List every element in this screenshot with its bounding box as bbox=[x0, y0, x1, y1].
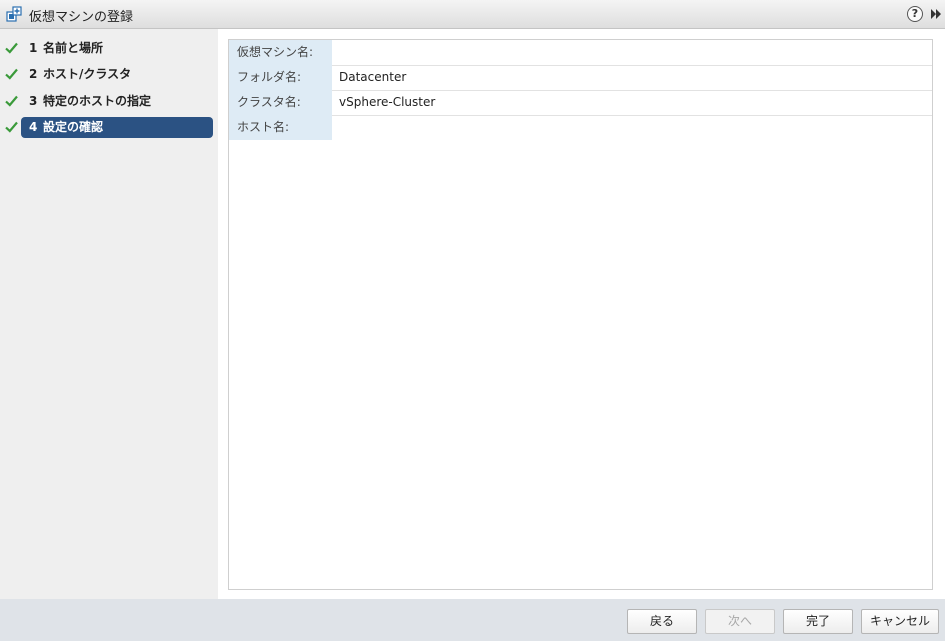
summary-row-vm-name: 仮想マシン名: bbox=[229, 40, 932, 66]
step-label: 設定の確認 bbox=[43, 120, 104, 134]
summary-label: クラスタ名: bbox=[229, 90, 332, 115]
dialog-footer: 戻る 次へ 完了 キャンセル bbox=[0, 599, 945, 641]
summary-value: Datacenter bbox=[339, 70, 407, 84]
summary-row-cluster: クラスタ名: vSphere-Cluster bbox=[229, 90, 932, 116]
help-icon[interactable]: ? bbox=[907, 6, 923, 22]
dialog-titlebar: 仮想マシンの登録 ? bbox=[0, 0, 945, 29]
cancel-button[interactable]: キャンセル bbox=[861, 609, 939, 634]
back-button[interactable]: 戻る bbox=[627, 609, 697, 634]
finish-button[interactable]: 完了 bbox=[783, 609, 853, 634]
summary-panel: 仮想マシン名: フォルダ名: Datacenter クラスタ名: vSphere… bbox=[228, 39, 933, 590]
wizard-step-1[interactable]: 1 名前と場所 bbox=[0, 38, 218, 59]
checkmark-icon bbox=[5, 121, 18, 133]
wizard-step-2[interactable]: 2 ホスト/クラスタ bbox=[0, 64, 218, 85]
checkmark-icon bbox=[5, 68, 18, 80]
summary-row-host: ホスト名: bbox=[229, 115, 932, 140]
summary-label: フォルダ名: bbox=[229, 65, 332, 90]
step-label: ホスト/クラスタ bbox=[43, 67, 132, 81]
step-number: 2 bbox=[29, 67, 38, 81]
wizard-step-list: 1 名前と場所 2 ホスト/クラスタ 3 特定のホストの指定 4 設定の確認 bbox=[0, 29, 218, 599]
summary-label: ホスト名: bbox=[229, 115, 332, 140]
next-button: 次へ bbox=[705, 609, 775, 634]
summary-value: vSphere-Cluster bbox=[339, 95, 436, 109]
dialog-title: 仮想マシンの登録 bbox=[29, 10, 134, 25]
summary-row-folder: フォルダ名: Datacenter bbox=[229, 65, 932, 91]
checkmark-icon bbox=[5, 42, 18, 54]
step-number: 1 bbox=[29, 41, 38, 55]
summary-label: 仮想マシン名: bbox=[229, 40, 332, 65]
step-label: 名前と場所 bbox=[43, 41, 104, 55]
step-number: 4 bbox=[29, 120, 38, 134]
wizard-step-4[interactable]: 4 設定の確認 bbox=[0, 117, 218, 138]
checkmark-icon bbox=[5, 95, 18, 107]
vm-register-icon bbox=[6, 6, 22, 22]
expand-icon[interactable] bbox=[929, 7, 943, 21]
step-number: 3 bbox=[29, 94, 38, 108]
step-label: 特定のホストの指定 bbox=[43, 94, 152, 108]
wizard-step-3[interactable]: 3 特定のホストの指定 bbox=[0, 91, 218, 112]
